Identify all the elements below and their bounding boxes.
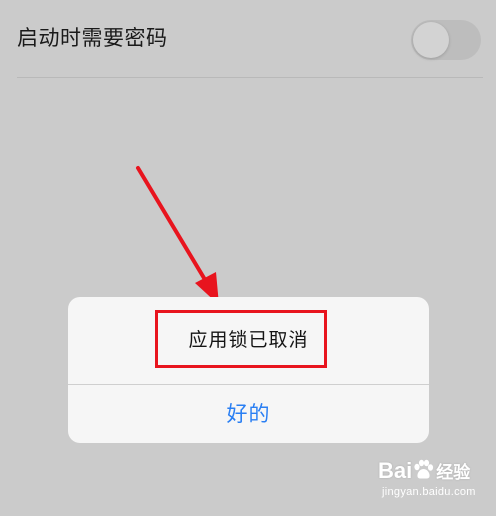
app-lock-cancelled-dialog: 应用锁已取消 好的 (68, 297, 429, 443)
dialog-confirm-button[interactable]: 好的 (68, 385, 429, 443)
phone-screen: 启动时需要密码 应用锁已取消 好的 Bai 经验 jingyan.baidu.c… (0, 0, 496, 516)
toggle-knob (413, 22, 449, 58)
watermark-logo: Bai 经验 (378, 458, 470, 486)
baidu-jingyan-watermark: Bai 经验 jingyan.baidu.com (378, 458, 490, 510)
setting-divider (17, 77, 483, 78)
watermark-url: jingyan.baidu.com (382, 486, 476, 498)
watermark-logo-prefix: Bai (378, 458, 413, 483)
baidu-paw-icon (414, 459, 434, 479)
require-password-toggle[interactable] (411, 20, 481, 60)
setting-row-require-password[interactable]: 启动时需要密码 (0, 0, 496, 78)
setting-label-require-password: 启动时需要密码 (17, 26, 168, 50)
dialog-message: 应用锁已取消 (188, 329, 309, 351)
dialog-message-area: 应用锁已取消 (68, 297, 429, 384)
watermark-logo-suffix: 经验 (436, 463, 471, 483)
